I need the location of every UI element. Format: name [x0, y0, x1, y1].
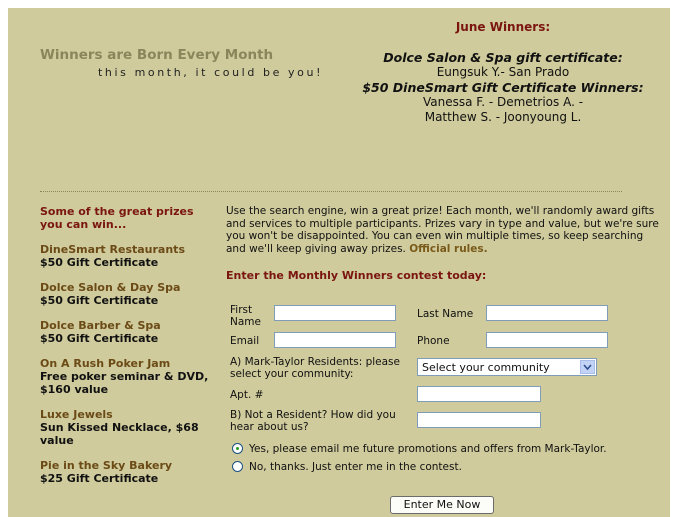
- prize-item: Luxe Jewels Sun Kissed Necklace, $68 val…: [40, 408, 215, 447]
- dolce-heading: Dolce Salon & Spa gift certificate:: [383, 50, 623, 65]
- contest-panel: Winners are Born Every Month this month,…: [8, 8, 670, 517]
- prize-desc: Free poker seminar & DVD, $160 value: [40, 370, 209, 396]
- radio-yes-label[interactable]: Yes, please email me future promotions a…: [249, 443, 607, 455]
- contest-form-title: Enter the Monthly Winners contest today:: [226, 269, 487, 282]
- last-name-input[interactable]: [486, 305, 608, 321]
- last-name-label: Last Name: [417, 308, 474, 320]
- prizes-column: Some of the great prizes you can win... …: [40, 205, 215, 485]
- dinesmart-heading: $50 DineSmart Gift Certificate Winners:: [362, 80, 644, 95]
- apt-label: Apt. #: [230, 389, 264, 401]
- dinesmart-winners-line2: Matthew S. - Joonyoung L.: [424, 110, 582, 124]
- prize-name: Dolce Barber & Spa: [40, 319, 161, 332]
- prize-desc: $25 Gift Certificate: [40, 472, 159, 485]
- dolce-winner: Eungsuk Y.- San Prado: [436, 65, 570, 79]
- apt-input[interactable]: [417, 386, 541, 402]
- official-rules-link[interactable]: Official rules.: [409, 243, 487, 255]
- email-input[interactable]: [274, 332, 396, 348]
- prize-item: Pie in the Sky Bakery $25 Gift Certifica…: [40, 459, 215, 485]
- dinesmart-winners-line1: Vanessa F. - Demetrios A. -: [422, 95, 584, 109]
- resident-label: A) Mark-Taylor Residents: please select …: [230, 356, 400, 380]
- winners-box: June Winners: Dolce Salon & Spa gift cer…: [338, 20, 668, 125]
- prize-desc: Sun Kissed Necklace, $68 value: [40, 421, 199, 447]
- dotted-divider: [40, 191, 622, 192]
- prize-name: On A Rush Poker Jam: [40, 357, 171, 370]
- prize-name: Luxe Jewels: [40, 408, 113, 421]
- nonresident-label: B) Not a Resident? How did you hear abou…: [230, 409, 396, 433]
- winners-title: June Winners:: [455, 20, 551, 34]
- chevron-down-icon[interactable]: [580, 360, 595, 374]
- email-label: Email: [230, 335, 260, 347]
- enter-me-now-button[interactable]: Enter Me Now: [390, 496, 494, 514]
- prize-name: DineSmart Restaurants: [40, 243, 185, 256]
- prize-desc: $50 Gift Certificate: [40, 256, 159, 269]
- prize-name: Pie in the Sky Bakery: [40, 459, 173, 472]
- prize-desc: $50 Gift Certificate: [40, 332, 159, 345]
- prize-desc: $50 Gift Certificate: [40, 294, 159, 307]
- prize-name: Dolce Salon & Day Spa: [40, 281, 181, 294]
- first-name-label: First Name: [230, 304, 261, 328]
- prize-item: Dolce Barber & Spa $50 Gift Certificate: [40, 319, 215, 345]
- contest-intro: Use the search engine, win a great prize…: [226, 205, 666, 255]
- prize-item: Dolce Salon & Day Spa $50 Gift Certifica…: [40, 281, 215, 307]
- community-select[interactable]: Select your community: [417, 358, 597, 376]
- prizes-title: Some of the great prizes you can win...: [40, 205, 194, 231]
- prize-item: On A Rush Poker Jam Free poker seminar &…: [40, 357, 215, 396]
- radio-yes[interactable]: [232, 443, 243, 454]
- page-headline: Winners are Born Every Month: [40, 47, 274, 63]
- radio-no-label[interactable]: No, thanks. Just enter me in the contest…: [249, 461, 462, 473]
- phone-label: Phone: [417, 335, 450, 347]
- community-select-value: Select your community: [422, 361, 550, 374]
- phone-input[interactable]: [486, 332, 608, 348]
- page-tagline: this month, it could be you!: [98, 66, 324, 79]
- prize-item: DineSmart Restaurants $50 Gift Certifica…: [40, 243, 215, 269]
- first-name-input[interactable]: [274, 305, 396, 321]
- radio-no[interactable]: [232, 461, 243, 472]
- referral-input[interactable]: [417, 412, 541, 428]
